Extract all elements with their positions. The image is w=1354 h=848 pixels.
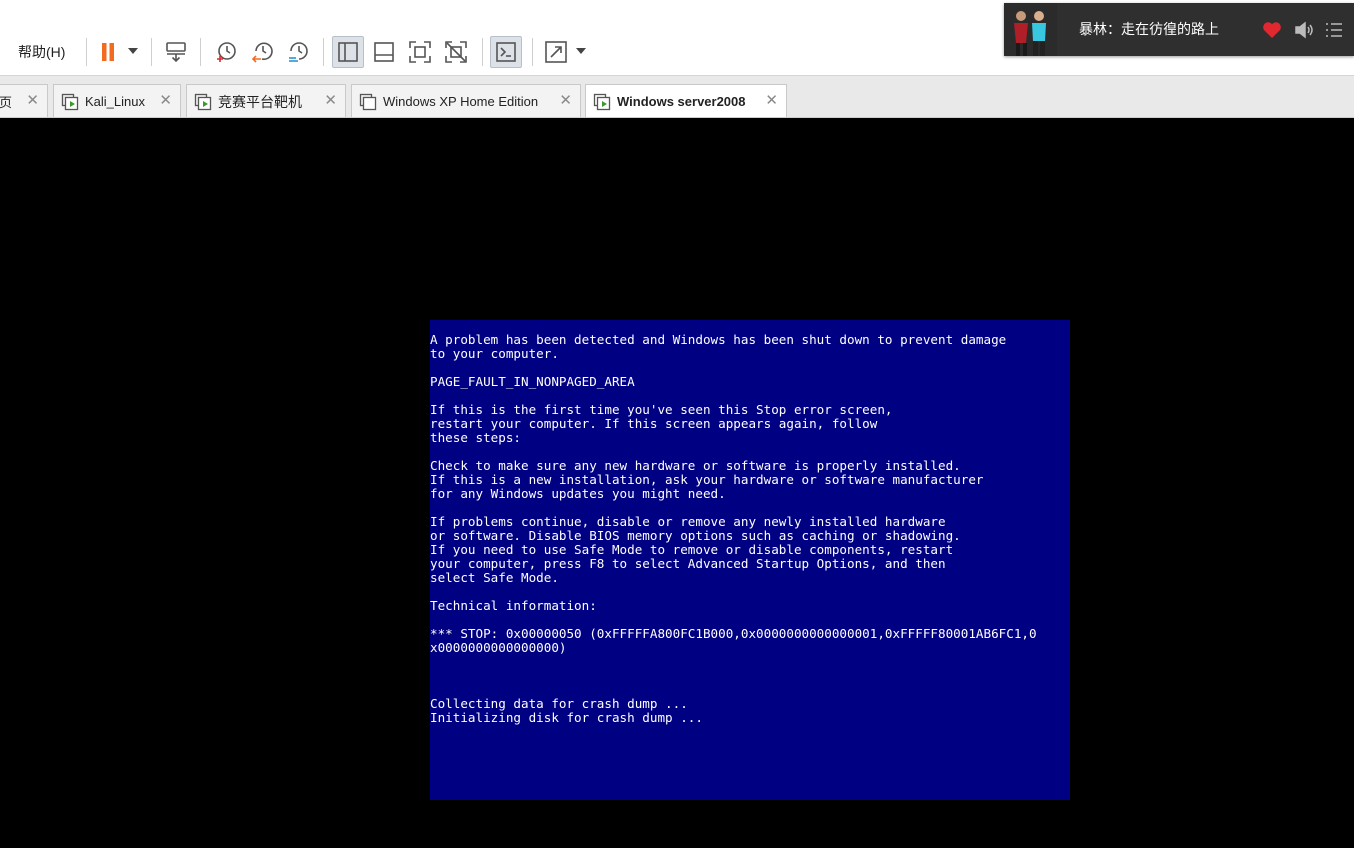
show-thumbnail-bar-button[interactable]: [368, 36, 400, 68]
snapshot-take-icon: [217, 42, 236, 62]
fit-guest-button[interactable]: [404, 36, 436, 68]
tab-label: Windows XP Home Edition: [383, 94, 539, 109]
show-library-icon: [338, 42, 358, 62]
tab-label: 竞赛平台靶机: [218, 93, 302, 110]
snapshot-manager-icon: [289, 42, 308, 62]
send-ctrl-alt-del-button[interactable]: [160, 36, 192, 68]
full-screen-button[interactable]: [540, 36, 572, 68]
vm-tab-icon: [61, 93, 79, 110]
toolbar-separator: [532, 38, 533, 66]
bsod-text-line: If you need to use Safe Mode to remove o…: [430, 542, 954, 557]
show-thumbnail-bar-icon: [374, 42, 394, 62]
menu-help[interactable]: 帮助(H): [18, 42, 65, 62]
tab-windows-server-2008[interactable]: Windows server2008 ✕: [585, 84, 787, 117]
bsod-text-line: Initializing disk for crash dump ...: [430, 710, 703, 725]
bsod-text-line: [430, 389, 1070, 403]
pause-icon: [102, 43, 114, 61]
bsod-text-line: Check to make sure any new hardware or s…: [430, 458, 961, 473]
toolbar-separator: [151, 38, 152, 66]
bsod-text-line: or software. Disable BIOS memory options…: [430, 528, 961, 543]
bsod-screen: A problem has been detected and Windows …: [430, 320, 1070, 800]
bsod-text-line: [430, 683, 1070, 697]
send-ctrl-alt-del-icon: [166, 42, 186, 63]
tab-close-icon[interactable]: ✕: [159, 93, 172, 109]
bsod-text-line: *** STOP: 0x00000050 (0xFFFFFA800FC1B000…: [430, 626, 1037, 641]
bsod-text-line: [430, 585, 1070, 599]
take-snapshot-button[interactable]: [210, 36, 242, 68]
full-screen-dropdown-icon[interactable]: [576, 48, 586, 54]
bsod-text-line: your computer, press F8 to select Advanc…: [430, 556, 946, 571]
snapshot-manager-button[interactable]: [282, 36, 314, 68]
tab-home[interactable]: 页 ✕: [0, 84, 48, 117]
bsod-text-line: If problems continue, disable or remove …: [430, 514, 946, 529]
music-player-popup: 暴林：走在彷徨的路上: [1004, 3, 1354, 56]
bsod-text-line: Technical information:: [430, 598, 597, 613]
bsod-text-line: [430, 655, 1070, 669]
no-stretch-icon: [445, 41, 467, 63]
vm-tab-icon: [194, 93, 212, 110]
tab-close-icon[interactable]: ✕: [26, 93, 39, 109]
bsod-text-line: [430, 501, 1070, 515]
vm-tab-icon: [593, 93, 611, 110]
bsod-text-line: [430, 613, 1070, 627]
volume-icon: [1295, 21, 1313, 39]
song-title: 暴林：走在彷徨的路上: [1079, 21, 1219, 37]
full-screen-icon: [545, 41, 567, 63]
playlist-button[interactable]: [1322, 18, 1346, 42]
bsod-text-line: for any Windows updates you might need.: [430, 486, 726, 501]
toolbar-separator: [323, 38, 324, 66]
revert-snapshot-button[interactable]: [246, 36, 278, 68]
vm-tab-icon: [359, 93, 377, 110]
tab-competition-target[interactable]: 竞赛平台靶机 ✕: [186, 84, 346, 117]
tab-kali-linux[interactable]: Kali_Linux ✕: [53, 84, 181, 117]
toolbar-separator: [482, 38, 483, 66]
console-view-button[interactable]: [490, 36, 522, 68]
toolbar-separator: [86, 38, 87, 66]
bsod-text-line: these steps:: [430, 430, 521, 445]
bsod-text-line: A problem has been detected and Windows …: [430, 332, 1007, 347]
bsod-text-line: If this is a new installation, ask your …: [430, 472, 984, 487]
heart-icon: [1263, 22, 1281, 38]
bsod-text-line: [430, 669, 1070, 683]
volume-button[interactable]: [1292, 18, 1316, 42]
bsod-text-line: x0000000000000000): [430, 640, 567, 655]
tab-label: Windows server2008: [617, 94, 746, 109]
vm-tab-bar: 页 ✕ Kali_Linux ✕ 竞赛平台靶机 ✕ Windows XP Hom…: [0, 76, 1354, 118]
pause-button[interactable]: [92, 36, 124, 68]
tab-close-icon[interactable]: ✕: [559, 93, 572, 109]
bsod-text-line: [430, 361, 1070, 375]
like-button[interactable]: [1260, 18, 1284, 42]
bsod-text-line: [430, 445, 1070, 459]
tab-windows-xp[interactable]: Windows XP Home Edition ✕: [351, 84, 581, 117]
no-stretch-button[interactable]: [440, 36, 472, 68]
album-art-icon: [1004, 3, 1057, 56]
album-cover[interactable]: [1004, 3, 1057, 56]
bsod-text-line: to your computer.: [430, 346, 559, 361]
playlist-icon: [1326, 23, 1342, 37]
tab-close-icon[interactable]: ✕: [324, 93, 337, 109]
bsod-text-line: If this is the first time you've seen th…: [430, 402, 893, 417]
tab-label: 页: [0, 95, 13, 110]
tab-label: Kali_Linux: [85, 94, 145, 109]
tab-close-icon[interactable]: ✕: [765, 93, 778, 109]
bsod-text-line: restart your computer. If this screen ap…: [430, 416, 878, 431]
bsod-text-line: Collecting data for crash dump ...: [430, 696, 688, 711]
bsod-text-line: PAGE_FAULT_IN_NONPAGED_AREA: [430, 374, 635, 389]
show-library-button[interactable]: [332, 36, 364, 68]
bsod-text-line: select Safe Mode.: [430, 570, 559, 585]
toolbar-separator: [200, 38, 201, 66]
pause-dropdown-icon[interactable]: [128, 48, 138, 54]
snapshot-revert-icon: [251, 42, 273, 63]
fit-guest-icon: [409, 41, 431, 63]
console-view-icon: [496, 42, 516, 62]
